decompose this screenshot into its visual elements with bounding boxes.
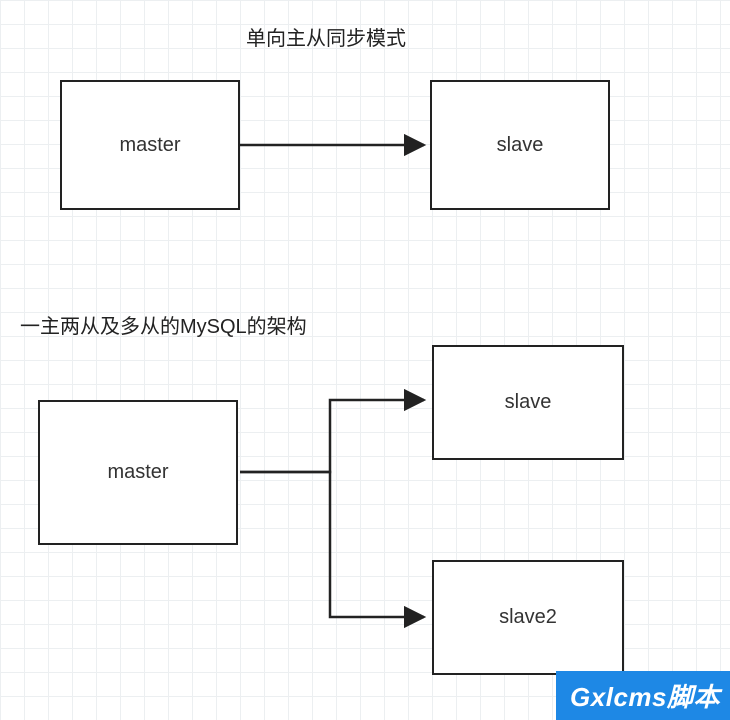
diagram2-master-box: master — [38, 400, 238, 545]
diagram2-title: 一主两从及多从的MySQL的架构 — [20, 310, 307, 339]
diagram2-master-label: master — [107, 461, 168, 484]
watermark-badge: Gxlcms脚本 — [556, 671, 730, 720]
diagram2-slave1-box: slave — [432, 345, 624, 460]
diagram-canvas: 单向主从同步模式 master slave 一主两从及多从的MySQL的架构 m… — [0, 0, 730, 720]
diagram2-slave2-box: slave2 — [432, 560, 624, 675]
diagram1-slave-label: slave — [497, 134, 544, 157]
diagram1-slave-box: slave — [430, 80, 610, 210]
arrow-master-to-slave1 — [240, 400, 424, 472]
diagram1-master-label: master — [119, 134, 180, 157]
arrow-master-to-slave2 — [240, 472, 424, 617]
diagram1-title: 单向主从同步模式 — [246, 22, 406, 51]
diagram1-master-box: master — [60, 80, 240, 210]
diagram2-slave1-label: slave — [505, 391, 552, 414]
diagram2-slave2-label: slave2 — [499, 606, 557, 629]
